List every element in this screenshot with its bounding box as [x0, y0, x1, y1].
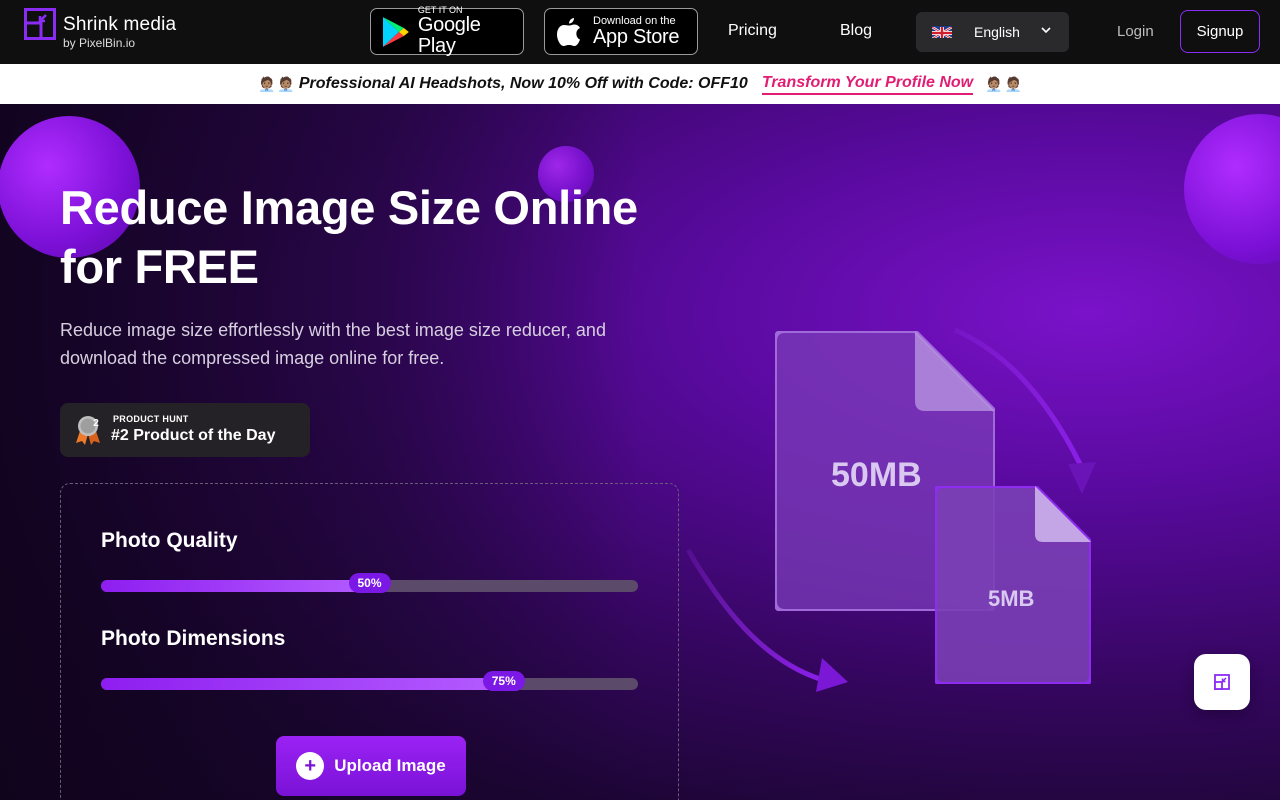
- google-play-button[interactable]: GET IT ON Google Play: [370, 6, 524, 57]
- language-label: English: [974, 24, 1020, 40]
- uk-flag-icon: [932, 26, 952, 38]
- chevron-down-icon: [1041, 27, 1051, 34]
- promo-text: Professional AI Headshots, Now 10% Off w…: [298, 75, 748, 92]
- language-selector[interactable]: English: [916, 12, 1069, 52]
- small-file-icon: [935, 486, 1091, 684]
- shrink-logo-icon: [24, 8, 56, 40]
- small-file-size: 5MB: [988, 586, 1035, 611]
- login-link[interactable]: Login: [1117, 23, 1154, 40]
- shrink-icon: [1214, 674, 1230, 690]
- top-navbar: Shrink media by PixelBin.io GET IT ON Go…: [0, 0, 1280, 64]
- nav-link-blog[interactable]: Blog: [840, 22, 872, 40]
- headshot-emoji-left-2: 🧑🏽‍💼: [277, 75, 295, 92]
- promo-link[interactable]: Transform Your Profile Now: [761, 74, 974, 95]
- headshot-emoji-right-1: 🧑🏽‍💼: [985, 75, 1003, 92]
- compression-illustration: [685, 327, 1096, 692]
- promo-banner: 🧑🏽‍💼 🧑🏽‍💼 Professional AI Headshots, Now…: [0, 64, 1280, 104]
- headshot-emoji-right-2: 🧑🏽‍💼: [1004, 75, 1022, 92]
- arrow-head-bottom: [816, 658, 848, 692]
- headshot-emoji-left-1: 🧑🏽‍💼: [257, 75, 276, 92]
- brand-title: Shrink media: [63, 13, 177, 35]
- floating-action-button[interactable]: [1194, 654, 1250, 710]
- large-file-size: 50MB: [831, 456, 922, 494]
- brand-subtitle: by PixelBin.io: [63, 36, 136, 50]
- signup-button[interactable]: Signup: [1180, 10, 1260, 53]
- google-play-big: Google Play: [417, 14, 481, 57]
- google-play-icon: [382, 16, 409, 47]
- app-store-big: App Store: [593, 25, 680, 48]
- hero-section: Reduce Image Size Online for FREE Reduce…: [0, 104, 1280, 800]
- app-store-button[interactable]: Download on the App Store: [544, 8, 698, 55]
- apple-icon: [557, 17, 580, 46]
- nav-link-pricing[interactable]: Pricing: [728, 22, 777, 40]
- app-store-small: Download on the: [593, 14, 676, 27]
